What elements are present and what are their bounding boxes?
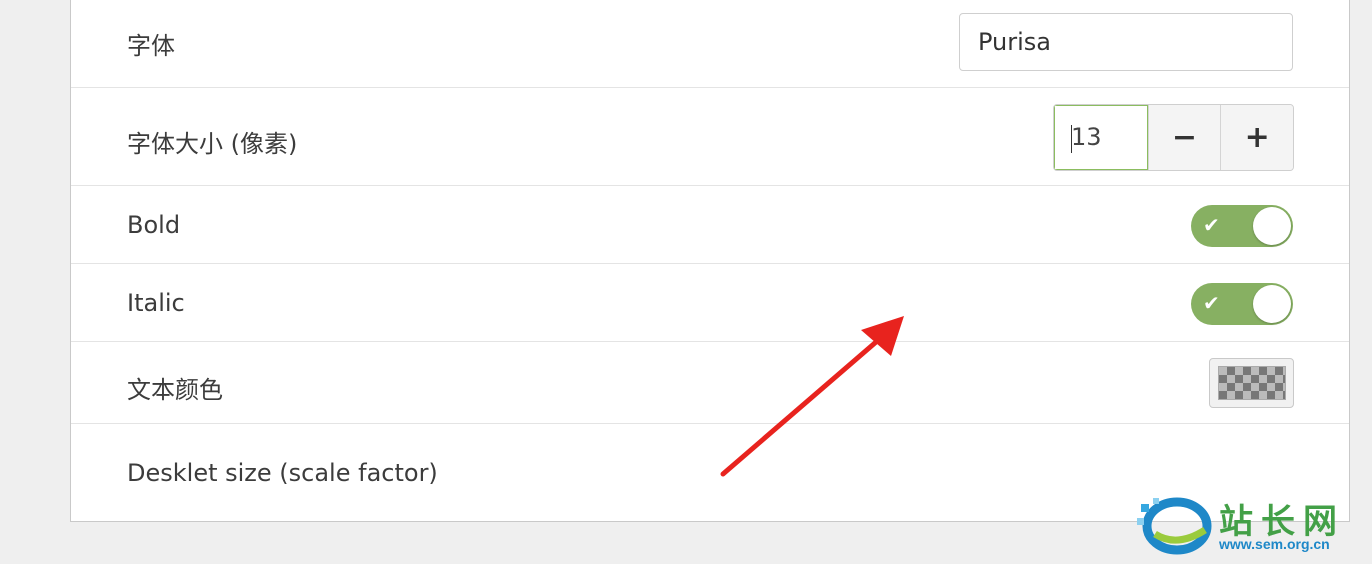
toggle-knob [1253,285,1291,323]
font-size-spinner: 13 − + [1053,104,1294,171]
italic-toggle[interactable]: ✔ [1191,283,1293,325]
bold-row: Bold ✔ [71,186,1349,264]
bold-toggle[interactable]: ✔ [1191,205,1293,247]
font-size-label: 字体大小 (像素) [127,130,298,158]
font-size-row: 字体大小 (像素) 13 − + [71,88,1349,186]
text-caret [1071,125,1072,153]
font-row: 字体 Purisa [71,0,1349,88]
text-color-row: 文本颜色 [71,342,1349,424]
check-icon: ✔ [1203,213,1220,237]
transparent-swatch-icon [1217,366,1286,400]
watermark-logo-icon [1137,497,1212,555]
settings-panel: 字体 Purisa 字体大小 (像素) 13 − + Bold ✔ Italic… [70,0,1350,522]
font-size-value: 13 [1071,123,1102,151]
decrement-button[interactable]: − [1147,105,1221,170]
italic-row: Italic ✔ [71,264,1349,342]
toggle-knob [1253,207,1291,245]
color-picker-button[interactable] [1209,358,1294,408]
watermark: 站长网 www.sem.org.cn [1135,492,1365,560]
italic-label: Italic [127,289,185,317]
annotation-arrow-icon [720,316,904,477]
desklet-size-label: Desklet size (scale factor) [127,459,438,487]
check-icon: ✔ [1203,291,1220,315]
font-size-input[interactable]: 13 [1054,105,1148,170]
increment-button[interactable]: + [1220,105,1293,170]
bold-label: Bold [127,211,181,239]
font-label: 字体 [127,32,175,60]
font-input[interactable]: Purisa [959,13,1293,71]
text-color-label: 文本颜色 [127,376,223,404]
watermark-url: www.sem.org.cn [1219,536,1330,552]
